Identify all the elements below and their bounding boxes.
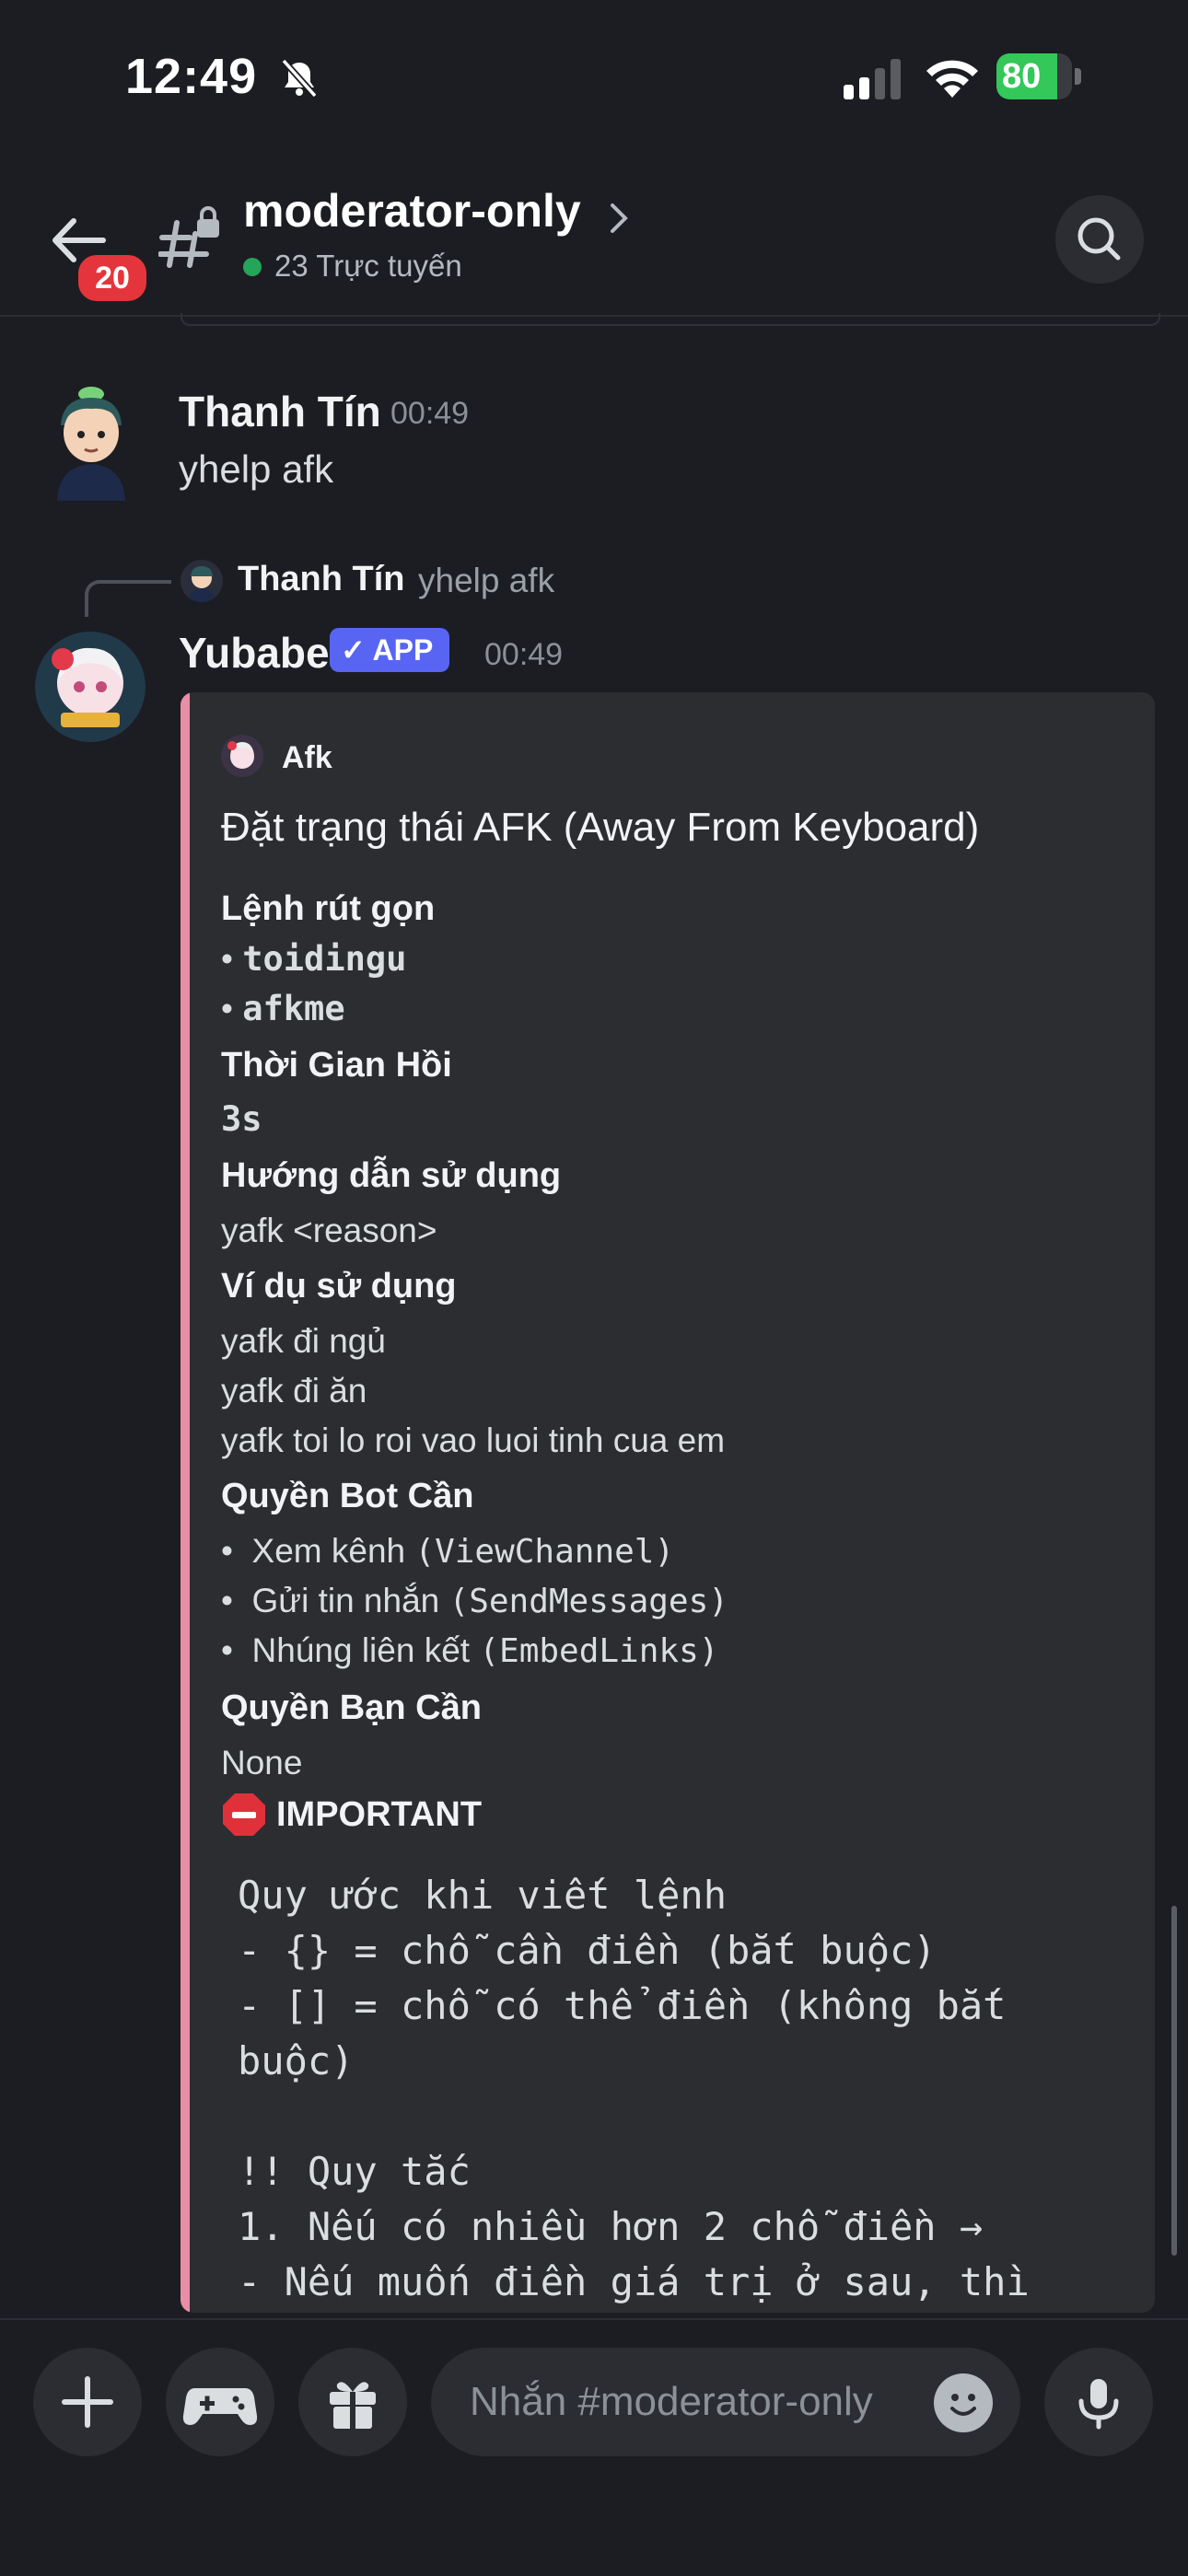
- online-count: 23 Trực tuyến: [274, 249, 462, 283]
- important-label: IMPORTANT: [276, 1794, 483, 1834]
- chevron-right-icon[interactable]: [608, 201, 630, 236]
- message-timestamp: 00:49: [484, 637, 564, 672]
- code-line: !! Quy tắc: [238, 2149, 471, 2194]
- previous-embed: [181, 313, 1160, 326]
- bot-avatar[interactable]: [35, 632, 146, 742]
- message-author[interactable]: Thanh Tín: [179, 387, 381, 436]
- code-line: - [] = chỗ có thể điền (không bắt: [238, 1983, 1007, 2028]
- message-text: yhelp afk: [179, 447, 334, 491]
- emoji-button[interactable]: [934, 2373, 993, 2432]
- alias-item: • afkme: [221, 989, 345, 1028]
- message-author[interactable]: Yubabe: [179, 628, 330, 678]
- message-timestamp: 00:49: [390, 396, 470, 431]
- gamepad-icon: [182, 2388, 258, 2425]
- code-line: - Nếu muốn điền giá trị ở sau, thì: [238, 2259, 1030, 2304]
- add-attachment-button[interactable]: [33, 2348, 142, 2456]
- field-usage-label: Hướng dẫn sử dụng: [221, 1156, 562, 1195]
- plus-icon: [62, 2376, 113, 2428]
- voice-message-button[interactable]: [1044, 2348, 1153, 2456]
- gift-icon: [330, 2382, 376, 2429]
- battery-percent: 80: [1002, 57, 1042, 96]
- wifi-icon: [926, 60, 978, 98]
- example-item: yafk đi ngủ: [221, 1322, 386, 1360]
- field-important: IMPORTANT: [221, 1792, 482, 1838]
- field-bot-perms-label: Quyền Bot Cần: [221, 1477, 474, 1515]
- search-icon: [1077, 217, 1121, 261]
- example-item: yafk toi lo roi vao luoi tinh cua em: [221, 1421, 726, 1459]
- unread-badge: 20: [74, 250, 151, 306]
- code-line: buộc): [238, 2038, 355, 2083]
- field-user-perms-label: Quyền Bạn Cần: [221, 1688, 482, 1727]
- bot-perm-item: • Xem kênh (ViewChannel): [221, 1532, 675, 1571]
- embed-title: Đặt trạng thái AFK (Away From Keyboard): [221, 805, 980, 850]
- app-badge: ✓ APP: [330, 628, 450, 672]
- field-cooldown-label: Thời Gian Hồi: [221, 1046, 452, 1085]
- smiley-icon: [950, 2394, 976, 2416]
- avatar[interactable]: [35, 381, 147, 501]
- reply-avatar: [181, 560, 223, 602]
- reply-text[interactable]: yhelp afk: [418, 562, 554, 600]
- embed-accent-bar: [181, 692, 190, 2313]
- bot-perm-item: • Gửi tin nhắn (SendMessages): [221, 1582, 728, 1620]
- usage-value: yafk <reason>: [221, 1212, 437, 1249]
- example-item: yafk đi ăn: [221, 1372, 367, 1410]
- field-aliases-label: Lệnh rút gọn: [221, 889, 436, 928]
- status-time: 12:49: [125, 49, 258, 104]
- private-channel-icon: [158, 206, 219, 268]
- search-button[interactable]: [1055, 195, 1144, 284]
- battery-indicator: 80: [996, 53, 1081, 101]
- bot-perm-item: • Nhúng liên kết (EmbedLinks): [221, 1631, 719, 1670]
- scrollbar[interactable]: [1171, 1906, 1177, 2256]
- code-line: Quy ước khi viết lệnh: [238, 1873, 728, 1918]
- code-line: - {} = chỗ cần điền (bắt buộc): [238, 1928, 937, 1973]
- user-perms-value: None: [221, 1744, 303, 1781]
- cooldown-value: 3s: [221, 1099, 262, 1139]
- reply-author[interactable]: Thanh Tín: [238, 560, 405, 599]
- channel-title[interactable]: moderator-only: [243, 184, 581, 238]
- reply-connector: [85, 580, 171, 617]
- activities-button[interactable]: [166, 2348, 274, 2456]
- online-indicator-icon: [243, 258, 262, 276]
- code-line: 1. Nếu có nhiều hơn 2 chỗ điền →: [238, 2204, 984, 2249]
- microphone-icon: [1078, 2379, 1119, 2430]
- gift-button[interactable]: [298, 2348, 407, 2456]
- bell-off-icon: [281, 58, 318, 99]
- help-embed: Afk Đặt trạng thái AFK (Away From Keyboa…: [181, 692, 1155, 2313]
- message-input-placeholder: Nhắn #moderator-only: [470, 2379, 873, 2424]
- alias-item: • toidingu: [221, 939, 407, 979]
- embed-author: Afk: [282, 740, 332, 775]
- stop-sign-icon: [223, 1793, 265, 1836]
- embed-author-avatar: [221, 735, 263, 777]
- cellular-signal-icon: [844, 59, 901, 99]
- field-examples-label: Ví dụ sử dụng: [221, 1267, 457, 1305]
